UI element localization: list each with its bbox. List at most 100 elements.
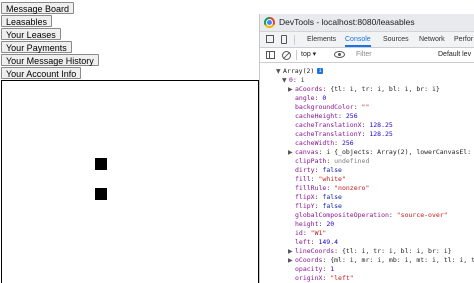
console-property-row[interactable]: cacheWidth: 256 <box>288 139 354 148</box>
console-array-row[interactable]: ▼ Array(2) i <box>276 67 324 76</box>
tab-elements[interactable]: Elements <box>307 32 336 47</box>
tab-network[interactable]: Network <box>419 32 445 47</box>
expand-arrow-icon[interactable]: ▼ <box>282 76 289 85</box>
tab-performance[interactable]: Perfor <box>454 32 473 47</box>
property-key: oCoords <box>295 256 323 264</box>
array-summary: Array(2) <box>283 67 315 75</box>
canvas-object-square[interactable] <box>95 188 107 200</box>
console-property-row[interactable]: backgroundColor: "" <box>288 103 369 112</box>
property-value: "source-over" <box>396 211 448 219</box>
console-toolbar: top ▾ Filter Default lev <box>260 48 474 63</box>
device-toolbar-icon[interactable] <box>281 35 287 44</box>
log-levels-dropdown[interactable]: Default lev <box>438 49 471 61</box>
expand-arrow-icon[interactable]: ▶ <box>288 148 295 157</box>
toolbar-divider <box>294 35 295 45</box>
tab-sources[interactable]: Sources <box>383 32 409 47</box>
inspect-element-icon[interactable] <box>266 35 274 43</box>
property-key: cacheTranslationY <box>295 130 362 138</box>
canvas-object-square[interactable] <box>95 158 107 170</box>
console-property-row[interactable]: id: "W1" <box>288 229 326 238</box>
expand-arrow-icon[interactable]: ▶ <box>288 247 295 256</box>
console-property-row[interactable]: fill: "white" <box>288 175 346 184</box>
property-key: height <box>295 220 319 228</box>
property-colon: : <box>334 247 342 255</box>
property-key: flipY <box>295 202 315 210</box>
property-key: backgroundColor <box>295 103 354 111</box>
console-item-row[interactable]: ▼ 0: i <box>282 76 305 85</box>
property-value: "nonzero" <box>334 184 370 192</box>
leasables-canvas[interactable] <box>1 80 259 283</box>
property-value: 0 <box>322 94 327 102</box>
property-value: false <box>322 193 342 201</box>
console-property-row[interactable]: clipPath: undefined <box>288 157 369 166</box>
leasables-button[interactable]: Leasables <box>1 15 53 27</box>
console-property-row[interactable]: angle: 0 <box>288 94 326 103</box>
property-colon: : <box>326 157 335 165</box>
property-value: "" <box>361 103 370 111</box>
property-value: 149.4 <box>318 238 339 246</box>
console-property-row[interactable]: fillRule: "nonzero" <box>288 184 369 193</box>
property-colon: : <box>353 103 362 111</box>
tab-console[interactable]: Console <box>345 32 371 47</box>
show-console-sidebar-icon[interactable] <box>266 51 275 59</box>
property-key: opacity <box>295 265 323 273</box>
console-property-row[interactable]: cacheTranslationY: 128.25 <box>288 130 393 139</box>
property-key: canvas <box>295 148 319 156</box>
your-account-info-button[interactable]: Your Account Info <box>1 67 82 79</box>
property-key: lineCoords <box>295 247 335 255</box>
property-value: 128.25 <box>369 121 393 129</box>
property-value: 1 <box>330 265 335 273</box>
property-key: cacheHeight <box>295 112 339 120</box>
console-property-row[interactable]: originX: "left" <box>288 274 354 283</box>
devtools-titlebar: DevTools - localhost:8080/leasables <box>260 14 474 32</box>
console-property-row[interactable]: globalCompositeOperation: "source-over" <box>288 211 448 220</box>
property-value: "W1" <box>310 229 327 237</box>
console-property-row[interactable]: height: 20 <box>288 220 334 229</box>
property-value: 128.25 <box>369 130 393 138</box>
property-value: false <box>322 202 342 210</box>
property-colon: : <box>338 112 346 120</box>
console-property-row[interactable]: left: 149.4 <box>288 238 338 247</box>
expand-arrow-icon[interactable]: ▶ <box>288 256 295 265</box>
console-property-row[interactable]: ▶ canvas: i {_objects: Array(2), lowerCan… <box>288 148 474 157</box>
property-summary: {ml: i, mr: i, mb: i, mt: i, tl: i, tr: … <box>330 256 474 264</box>
info-badge-icon: i <box>317 68 324 74</box>
property-colon: : <box>388 211 397 219</box>
live-expression-eye-icon[interactable] <box>334 51 345 58</box>
clear-console-icon[interactable] <box>282 51 291 60</box>
your-payments-button[interactable]: Your Payments <box>1 41 72 53</box>
property-value: "white" <box>318 175 346 183</box>
console-property-row[interactable]: flipY: false <box>288 202 342 211</box>
your-message-history-button[interactable]: Your Message History <box>1 54 99 66</box>
property-value: 256 <box>345 112 358 120</box>
property-key: fill <box>295 175 311 183</box>
property-key: cacheTranslationX <box>295 121 362 129</box>
console-property-row[interactable]: cacheTranslationX: 128.25 <box>288 121 393 130</box>
devtools-tabbar: Elements Console Sources Network Perfor <box>260 32 474 48</box>
your-leases-button[interactable]: Your Leases <box>1 28 61 40</box>
expand-arrow-icon[interactable]: ▼ <box>276 67 283 76</box>
console-property-row[interactable]: flipX: false <box>288 193 342 202</box>
console-property-row[interactable]: ▶ lineCoords: {tl: i, tr: i, bl: i, br: i… <box>288 247 452 256</box>
chrome-logo-icon <box>264 17 275 28</box>
console-output[interactable]: ▼ Array(2) i ▼ 0: i ▶ aCoords: {tl: i, tr: i… <box>260 64 474 283</box>
devtools-window: DevTools - localhost:8080/leasables Elem… <box>259 14 474 283</box>
console-filter-input[interactable]: Filter <box>352 49 434 61</box>
property-colon: : <box>302 229 311 237</box>
property-value: 20 <box>326 220 335 228</box>
console-property-row[interactable]: ▶ oCoords: {ml: i, mr: i, mb: i, mt: i, t… <box>288 256 474 265</box>
property-key: angle <box>295 94 315 102</box>
expand-arrow-icon[interactable]: ▶ <box>288 85 295 94</box>
property-key: cacheWidth <box>295 139 335 147</box>
context-selector[interactable]: top ▾ <box>301 49 316 61</box>
console-property-row[interactable]: cacheHeight: 256 <box>288 112 358 121</box>
property-summary: i {_objects: Array(2), lowerCanvasEl: ca… <box>326 148 474 156</box>
property-key: flipX <box>295 193 315 201</box>
console-property-row[interactable]: dirty: false <box>288 166 342 175</box>
console-property-row[interactable]: ▶ aCoords: {tl: i, tr: i, bl: i, br: i} <box>288 85 440 94</box>
property-key: aCoords <box>295 85 323 93</box>
console-property-row[interactable]: opacity: 1 <box>288 265 334 274</box>
property-value: 256 <box>341 139 354 147</box>
property-summary: {tl: i, tr: i, bl: i, br: i} <box>330 85 440 93</box>
message-board-button[interactable]: Message Board <box>1 2 75 14</box>
